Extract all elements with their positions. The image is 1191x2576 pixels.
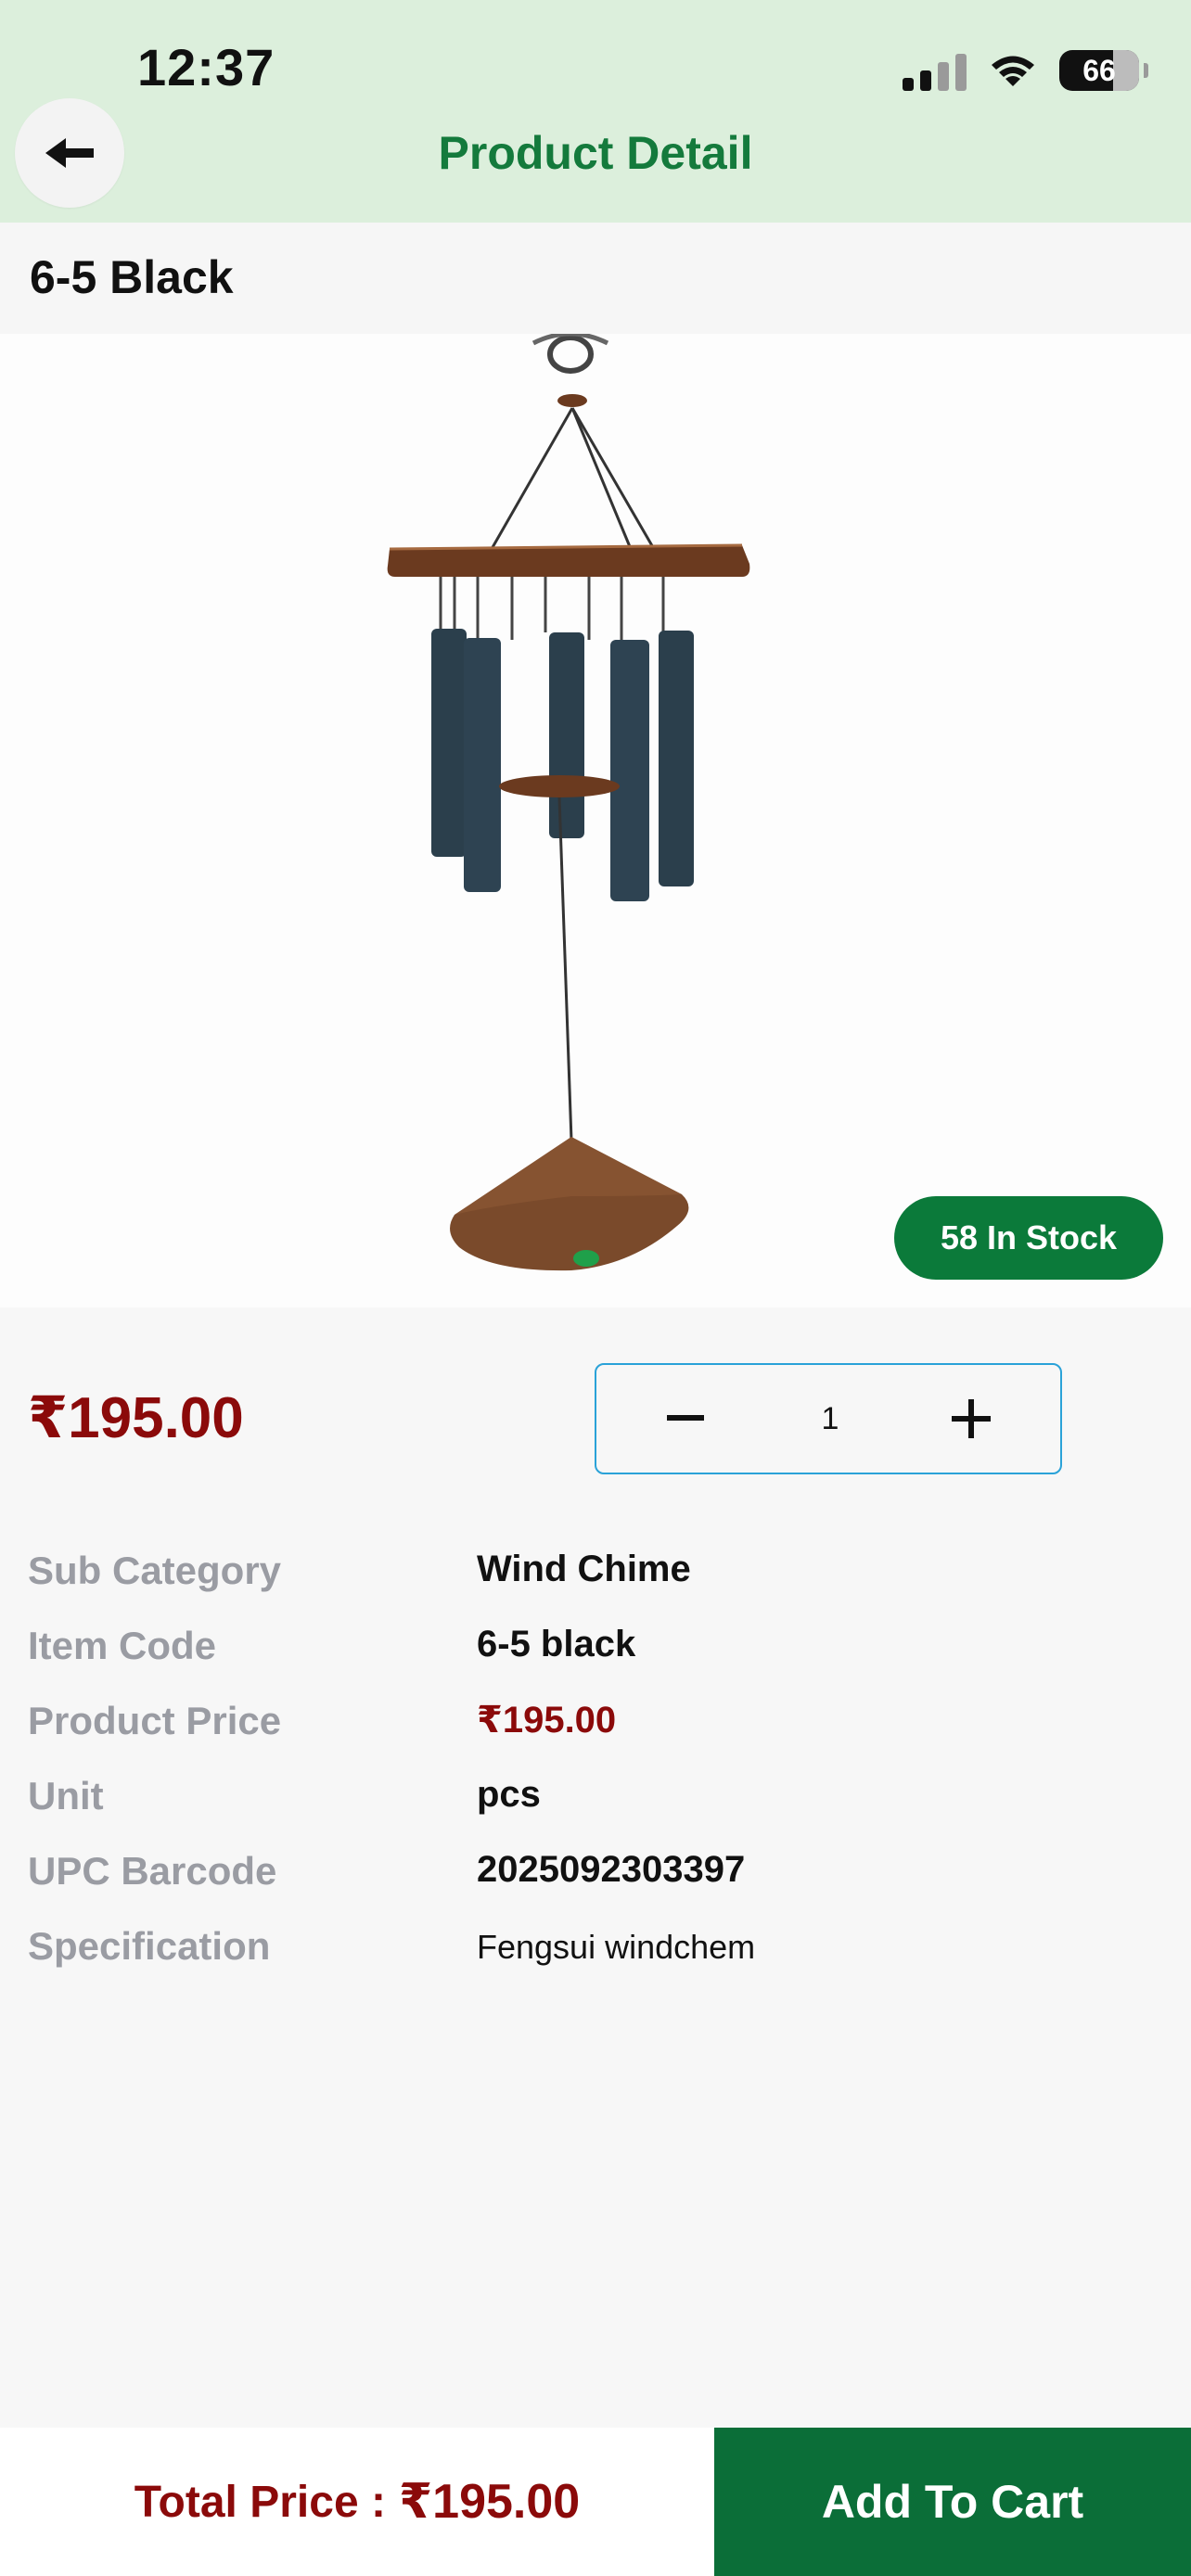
total-price: Total Price : ₹195.00 xyxy=(0,2428,714,2576)
wind-chime-image xyxy=(387,334,750,1271)
product-name-bar: 6-5 Black xyxy=(0,223,1191,334)
detail-label: Specification xyxy=(28,1924,271,1968)
app-header: 12:37 66 Product Detail xyxy=(0,0,1191,223)
product-name: 6-5 Black xyxy=(30,251,234,303)
cellular-signal-icon xyxy=(903,50,967,91)
quantity-stepper: 1 xyxy=(595,1363,1062,1474)
total-price-amount: ₹195.00 xyxy=(398,2475,581,2529)
detail-value: pcs xyxy=(477,1774,541,1815)
status-time: 12:37 xyxy=(137,38,275,96)
detail-row-item-code: Item Code 6-5 black xyxy=(0,1624,1191,1679)
detail-value: 2025092303397 xyxy=(477,1849,746,1890)
quantity-value: 1 xyxy=(821,1400,839,1436)
add-to-cart-button[interactable]: Add To Cart xyxy=(714,2428,1191,2576)
battery-icon: 66 xyxy=(1059,50,1148,91)
detail-value: Fengsui windchem xyxy=(477,1928,756,1966)
detail-row-sub-category: Sub Category Wind Chime xyxy=(0,1549,1191,1604)
bottom-bar: Total Price : ₹195.00 Add To Cart xyxy=(0,2428,1191,2576)
page-title: Product Detail xyxy=(438,127,753,179)
wifi-icon xyxy=(992,56,1034,86)
detail-row-product-price: Product Price ₹195.00 xyxy=(0,1699,1191,1754)
product-price: ₹195.00 xyxy=(28,1386,244,1450)
plus-icon xyxy=(952,1399,991,1438)
decrease-quantity-button[interactable] xyxy=(630,1365,741,1473)
detail-value: Wind Chime xyxy=(477,1549,691,1589)
detail-label: Unit xyxy=(28,1774,104,1817)
battery-level: 66 xyxy=(1082,53,1116,87)
detail-value: 6-5 black xyxy=(477,1624,636,1664)
total-price-label: Total Price : xyxy=(134,2477,386,2527)
detail-row-specification: Specification Fengsui windchem xyxy=(0,1924,1191,1980)
detail-label: UPC Barcode xyxy=(28,1849,277,1893)
detail-label: Item Code xyxy=(28,1624,217,1667)
detail-value: ₹195.00 xyxy=(477,1700,617,1741)
product-image-area: 58 In Stock xyxy=(0,334,1191,1307)
increase-quantity-button[interactable] xyxy=(916,1365,1027,1473)
minus-icon xyxy=(667,1415,704,1421)
detail-row-unit: Unit pcs xyxy=(0,1774,1191,1830)
detail-label: Product Price xyxy=(28,1699,282,1742)
status-icons: 66 xyxy=(903,46,1148,95)
detail-label: Sub Category xyxy=(28,1549,282,1592)
detail-row-upc-barcode: UPC Barcode 2025092303397 xyxy=(0,1849,1191,1905)
stock-badge: 58 In Stock xyxy=(894,1196,1163,1280)
